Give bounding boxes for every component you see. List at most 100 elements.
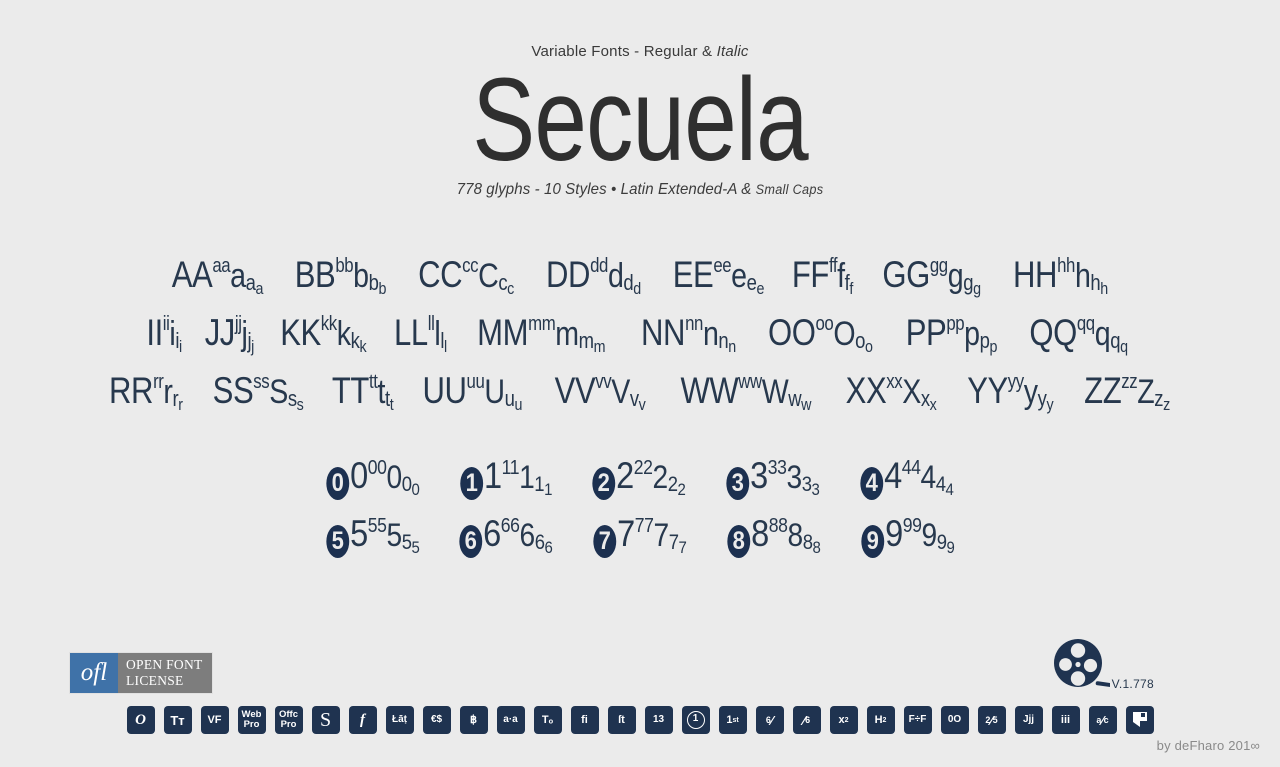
glyph-cap: EE xyxy=(672,254,713,295)
numeral-mid: 3 xyxy=(786,459,803,495)
glyph-sup: aa xyxy=(212,255,231,277)
feature-tile-bitcoin[interactable]: ฿ xyxy=(459,706,488,734)
glyph-cap: VV xyxy=(554,370,595,411)
feature-tile-truetype[interactable]: Tᴛ xyxy=(163,706,192,734)
glyph-group-g: GG gg g g g xyxy=(882,255,981,297)
feature-tile-ligature-st[interactable]: ſt xyxy=(607,706,636,734)
numeral-big: 9 xyxy=(884,513,903,554)
numeral-sb2: 4 xyxy=(945,480,954,499)
feature-tile-latin-extended[interactable]: Łāṭ xyxy=(385,706,414,734)
tile-label: S xyxy=(319,709,332,731)
tile-line-2: Pro xyxy=(280,719,297,730)
glyph-cap: NN xyxy=(640,312,685,353)
numeral-sb1: 8 xyxy=(802,531,813,554)
glyph-sub1: w xyxy=(787,386,801,411)
feature-tile-superscript[interactable]: x2 xyxy=(829,706,858,734)
feature-tile-tracking[interactable]: Tₒ xyxy=(533,706,562,734)
numeral-group-3: 3 3 33 3 3 3 xyxy=(726,457,820,500)
glyph-group-i: II ii i i i xyxy=(147,314,183,355)
glyph-sub2: w xyxy=(800,395,811,414)
feature-tile-kerning[interactable]: a·a xyxy=(496,706,525,734)
version-label: V.1.778 xyxy=(1111,677,1154,691)
glyph-sub2: q xyxy=(1119,337,1128,356)
feature-tile-subscript[interactable]: H2 xyxy=(866,706,895,734)
numeral-mid: 1 xyxy=(519,459,535,495)
feature-tile-ligature-fi[interactable]: fi xyxy=(570,706,599,734)
glyph-group-k: KK kk k k k xyxy=(280,312,366,355)
glyph-group-d: DD dd d d d xyxy=(545,254,641,297)
numeral-sb1: 3 xyxy=(801,473,812,496)
glyph-mid: p xyxy=(964,315,980,353)
glyph-sup: gg xyxy=(929,255,948,277)
feature-tile-web-pro[interactable]: Web Pro xyxy=(237,706,266,734)
feature-tile-percent-alt[interactable]: a ⁄ c xyxy=(1088,706,1117,734)
glyph-sup: tt xyxy=(369,371,378,393)
glyph-group-z: ZZ zz Zz z xyxy=(1084,372,1170,413)
numeral-sb2: 7 xyxy=(678,538,687,557)
numeral-sup: 22 xyxy=(634,457,653,479)
glyph-cap: LL xyxy=(393,312,428,353)
glyph-sup: bb xyxy=(335,255,354,277)
open-font-license-badge[interactable]: ofl OPEN FONT LICENSE xyxy=(70,653,212,693)
glyph-cap: YY xyxy=(967,370,1009,411)
tile-denominator: 5 xyxy=(992,714,998,725)
numeral-sb2: 6 xyxy=(544,538,553,557)
tile-denominator: 6 xyxy=(805,714,811,725)
feature-tile-alternates-j[interactable]: Jjj xyxy=(1014,706,1043,734)
feature-tile-fractions[interactable]: 2 ⁄ 5 xyxy=(977,706,1006,734)
glyph-sub2: k xyxy=(359,337,367,356)
glyph-mid: U xyxy=(484,373,506,411)
glyph-sub1: g xyxy=(963,270,974,295)
glyph-sup: cc xyxy=(461,255,478,277)
ofl-text: OPEN FONT LICENSE xyxy=(118,653,212,693)
glyph-sup: rr xyxy=(153,371,164,393)
glyph-sub2: d xyxy=(632,279,641,298)
feature-tile-ordinals[interactable]: 1st xyxy=(718,706,747,734)
glyph-cap: KK xyxy=(280,312,321,353)
numeral-sb1: 1 xyxy=(534,473,545,496)
alphabet-row: AA aa a a a BB bb b b b CC cc Cc c DD dd d d d EE ee e e e FF ff f… xyxy=(16,235,1264,297)
numeral-negative-circle: 9 xyxy=(861,525,884,558)
feature-tile-swash[interactable]: S xyxy=(311,706,340,734)
numeral-sb1: 2 xyxy=(668,473,678,496)
glyph-sub2: v xyxy=(638,395,646,414)
glyph-sub1: b xyxy=(368,270,379,295)
glyph-sub2: r xyxy=(178,395,184,414)
feature-tile-oldstyle-figures[interactable]: 13 xyxy=(644,706,673,734)
glyph-sup: uu xyxy=(466,371,485,393)
feature-tile-currency[interactable]: €$ xyxy=(422,706,451,734)
tile-fraction-slash: ⁄ xyxy=(770,712,774,728)
ofl-line-1: OPEN FONT xyxy=(126,657,203,672)
tile-stack: Offc Pro xyxy=(279,710,298,730)
feature-tile-office-pro[interactable]: Offc Pro xyxy=(274,706,303,734)
feature-tile-opentype[interactable]: O xyxy=(126,706,155,734)
tile-label: H xyxy=(874,713,883,726)
glyph-sup: oo xyxy=(815,313,834,335)
feature-tile-slashed-zero[interactable]: 0O xyxy=(940,706,969,734)
numeral-sb2: 0 xyxy=(411,480,420,499)
feature-tile-variable-font[interactable]: VF xyxy=(200,706,229,734)
glyph-sup: dd xyxy=(589,255,608,277)
numeral-negative-circle: 5 xyxy=(325,525,349,558)
numeral-row: 0 0 00 0 0 0 1 1 11 1 1 1 2 2 22 2 2 2 3 3 33 3 3 3 4 4 44 4 4 4 xyxy=(16,439,1264,500)
feature-tile-numerator[interactable]: 6 ⁄ xyxy=(755,706,784,734)
glyph-group-o: OO oo Oo o xyxy=(768,313,873,355)
feature-tile-dotted-i[interactable]: iii xyxy=(1051,706,1080,734)
feature-tile-circled-numbers[interactable]: 1 xyxy=(681,706,710,734)
numeral-mid: 9 xyxy=(921,517,937,553)
glyph-cap: RR xyxy=(109,370,154,411)
numeral-group-0: 0 0 00 0 0 0 xyxy=(326,457,420,500)
glyph-cap: UU xyxy=(422,370,467,411)
tile-superscript: st xyxy=(732,716,739,724)
glyph-sup: ll xyxy=(427,313,434,335)
glyph-cap: DD xyxy=(545,254,590,295)
feature-tile-contextual-alt[interactable]: F÷F xyxy=(903,706,932,734)
feature-tile-denominator[interactable]: ⁄ 6 xyxy=(792,706,821,734)
glyph-sup: xx xyxy=(886,371,903,393)
glyph-sup: ww xyxy=(737,371,762,393)
numeral-sb2: 1 xyxy=(544,480,553,499)
feature-tile-defharo-logo[interactable] xyxy=(1125,706,1154,734)
tile-label: iii xyxy=(1060,713,1071,726)
glyph-mid: g xyxy=(947,257,964,295)
feature-tile-italic-f[interactable]: f xyxy=(348,706,377,734)
